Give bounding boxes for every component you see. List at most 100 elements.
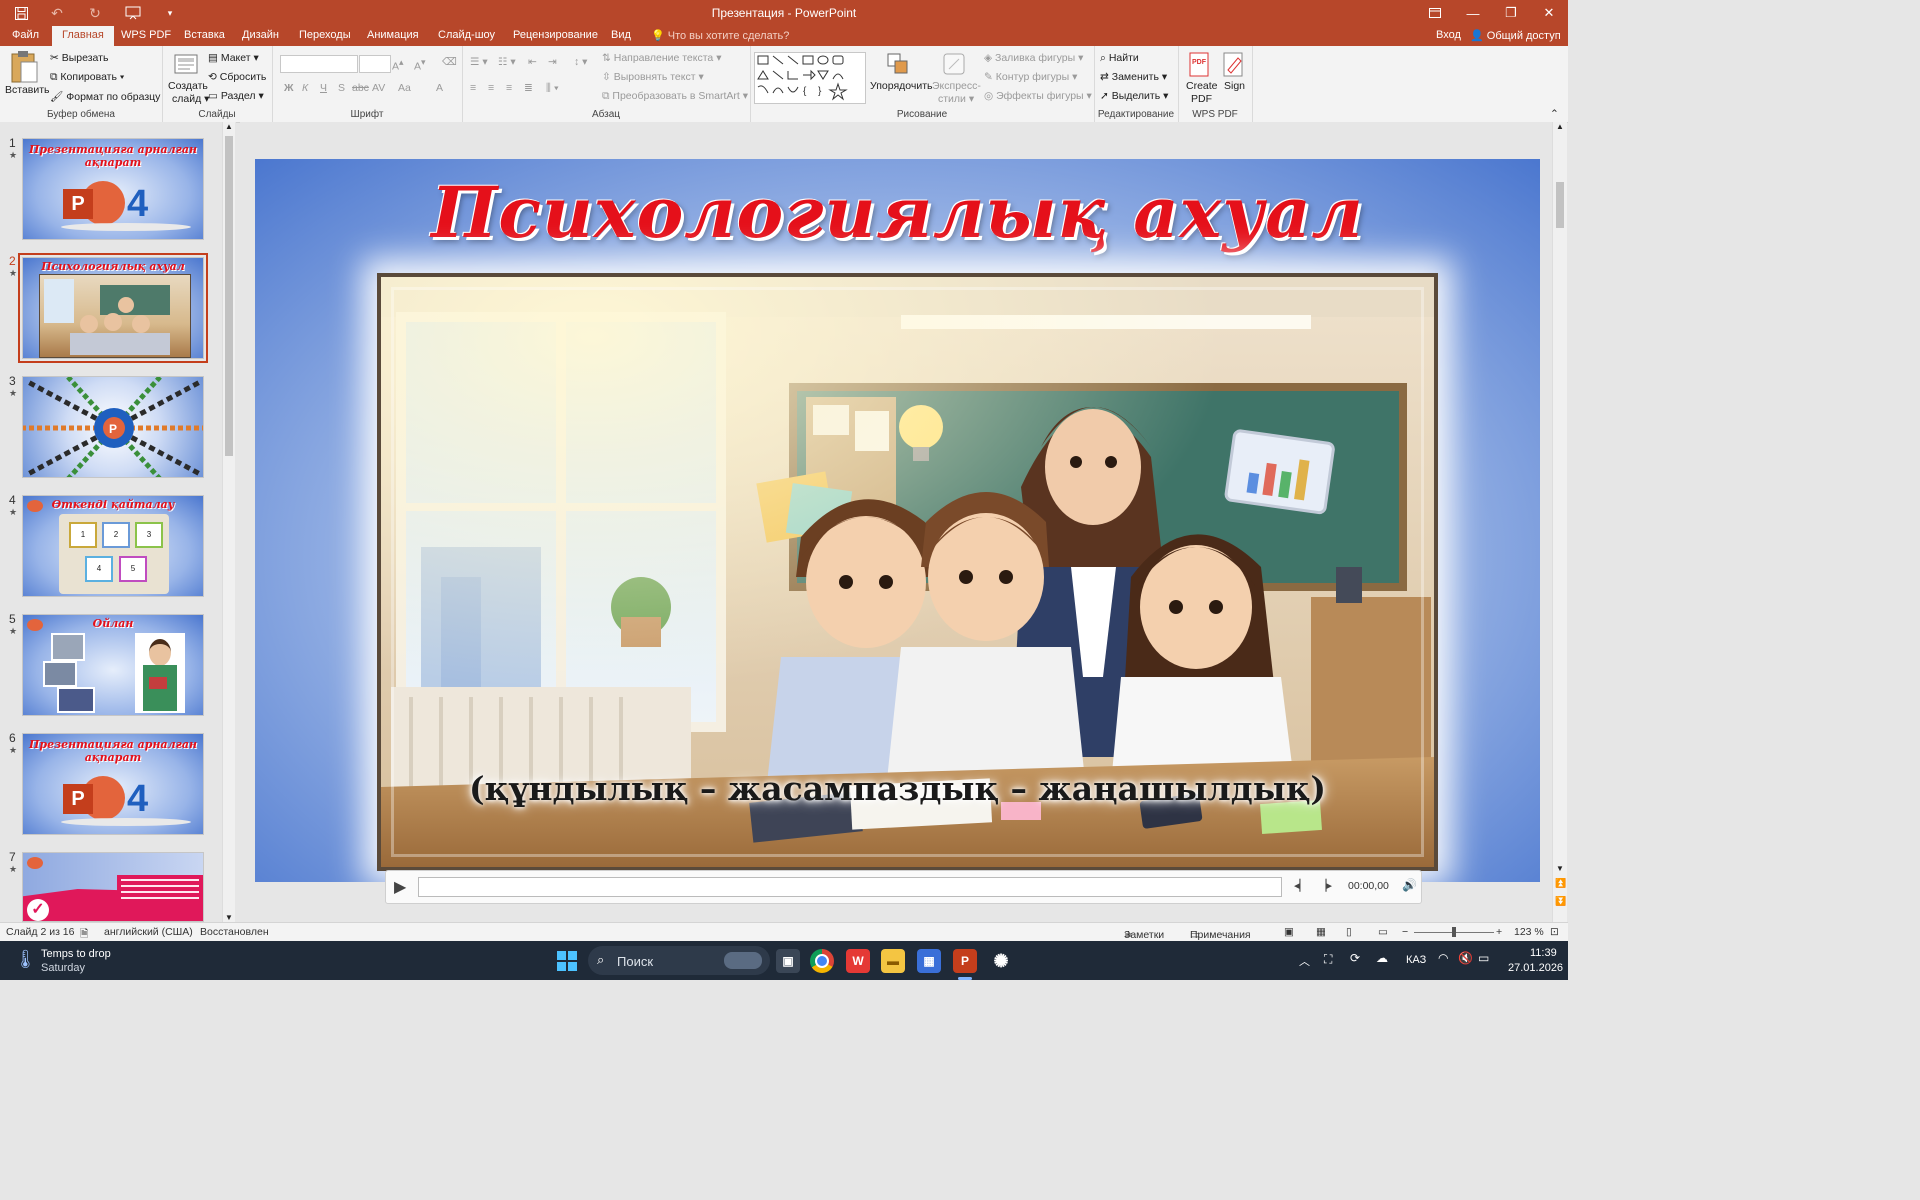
text-direction-button[interactable]: ⇅ Направление текста ▾ xyxy=(602,52,721,64)
format-painter-button[interactable]: 🖌 Формат по образцу xyxy=(50,90,160,103)
shape-outline-button[interactable]: ✎ Контур фигуры ▾ xyxy=(984,71,1077,83)
skip-back-icon[interactable]: ◂▏ xyxy=(1294,879,1308,892)
start-windows-icon[interactable] xyxy=(555,949,579,973)
wifi-icon[interactable]: ◠ xyxy=(1438,951,1448,965)
copy-button[interactable]: ⧉ Копировать ▾ xyxy=(50,71,124,84)
zoom-out-icon[interactable]: − xyxy=(1402,926,1408,938)
cut-button[interactable]: ✂ Вырезать xyxy=(50,52,108,64)
slide-thumbnail-4[interactable]: Өткенді қайталау 1 2 3 4 5 xyxy=(22,495,204,597)
shapes-gallery[interactable]: {} xyxy=(754,52,866,104)
tab-transitions[interactable]: Переходы xyxy=(299,29,351,41)
microsoft-store-icon[interactable]: ▦ xyxy=(917,949,941,973)
onedrive-icon[interactable]: ☁ xyxy=(1376,951,1388,965)
chatgpt-icon[interactable]: ✺ xyxy=(989,949,1013,973)
volume-icon[interactable]: 🔊 xyxy=(1402,878,1417,892)
tab-review[interactable]: Рецензирование xyxy=(513,29,598,41)
slide-subtitle[interactable]: (құндылық – жасампаздық – жаңашылдық) xyxy=(255,769,1540,808)
layout-button[interactable]: ▤ Макет ▾ xyxy=(208,52,259,64)
volume-muted-icon[interactable]: 🔇 xyxy=(1458,951,1473,965)
scroll-down-icon[interactable]: ▼ xyxy=(225,913,233,922)
align-right-icon[interactable]: ≡ xyxy=(506,82,512,94)
increase-indent-icon[interactable]: ⇥ xyxy=(548,56,557,68)
justify-icon[interactable]: ≣ xyxy=(524,82,533,94)
task-view-icon[interactable]: ▣ xyxy=(776,949,800,973)
increase-font-icon[interactable]: A▴ xyxy=(392,57,403,73)
slide-thumbnail-3[interactable]: P xyxy=(22,376,204,478)
font-name-dropdown[interactable] xyxy=(280,55,358,73)
thumbnail-scrollbar[interactable]: ▲ ▼ xyxy=(222,122,235,922)
align-left-icon[interactable]: ≡ xyxy=(470,82,476,94)
slide-thumbnail-7[interactable]: ✓ xyxy=(22,852,204,922)
tab-insert[interactable]: Вставка xyxy=(184,29,225,41)
normal-view-icon[interactable]: ▣ xyxy=(1284,926,1294,938)
previous-slide-icon[interactable]: ⏫ xyxy=(1555,878,1566,889)
shape-effects-button[interactable]: ◎ Эффекты фигуры ▾ xyxy=(984,90,1092,102)
close-icon[interactable]: ✕ xyxy=(1530,0,1568,26)
decrease-font-icon[interactable]: A▾ xyxy=(414,57,425,73)
slide-sorter-icon[interactable]: ▦ xyxy=(1316,926,1326,938)
create-pdf-button[interactable]: PDF Create PDF xyxy=(1182,50,1218,108)
restore-icon[interactable]: ❐ xyxy=(1492,0,1530,26)
show-hidden-icons-icon[interactable]: ︿ xyxy=(1299,953,1310,969)
slide-thumbnail-6[interactable]: Презентацияға арналған ақпарат P 4 xyxy=(22,733,204,835)
fit-slide-icon[interactable]: ⊡ xyxy=(1550,926,1559,938)
line-spacing-icon[interactable]: ↕ ▾ xyxy=(574,56,587,68)
slide-thumbnail-2[interactable]: Психологиялық ахуал xyxy=(18,253,208,363)
language-indicator[interactable]: английский (США) xyxy=(104,926,193,938)
columns-icon[interactable]: ⫼ ▾ xyxy=(546,82,559,95)
tab-file[interactable]: Файл xyxy=(12,29,39,41)
play-icon[interactable]: ▶ xyxy=(394,877,406,897)
shadow-button[interactable]: S xyxy=(338,82,345,94)
numbering-icon[interactable]: ☷ ▾ xyxy=(498,56,516,68)
align-center-icon[interactable]: ≡ xyxy=(488,82,494,94)
decrease-indent-icon[interactable]: ⇤ xyxy=(528,56,537,68)
clock-time[interactable]: 11:39 xyxy=(1530,947,1557,959)
ribbon-display-options-icon[interactable] xyxy=(1416,0,1454,26)
align-text-button[interactable]: ⇳ Выровнять текст ▾ xyxy=(602,71,704,83)
slide-title[interactable]: Психологиялық ахуал xyxy=(255,171,1540,254)
slideshow-view-icon[interactable]: ▭ xyxy=(1378,926,1388,938)
scroll-up-icon[interactable]: ▲ xyxy=(1556,122,1564,131)
tab-slideshow[interactable]: Слайд-шоу xyxy=(438,29,495,41)
find-button[interactable]: ⌕ Найти xyxy=(1100,52,1139,65)
cloud-app-icon[interactable]: ⛶ xyxy=(1324,952,1332,967)
select-button[interactable]: ➚ Выделить ▾ xyxy=(1100,90,1168,102)
replace-button[interactable]: ⇄ Заменить ▾ xyxy=(1100,71,1167,83)
spacing-button[interactable]: AV xyxy=(372,82,385,94)
section-button[interactable]: ▭ Раздел ▾ xyxy=(208,90,264,102)
tab-design[interactable]: Дизайн xyxy=(242,29,279,41)
skip-forward-icon[interactable]: ▕▸ xyxy=(1318,879,1332,892)
weather-day[interactable]: Saturday xyxy=(41,962,85,974)
slide-thumbnail-5[interactable]: Ойлан xyxy=(22,614,204,716)
scroll-up-icon[interactable]: ▲ xyxy=(225,122,233,131)
thumbnail-scroll-thumb[interactable] xyxy=(225,136,233,456)
zoom-in-icon[interactable]: + xyxy=(1496,926,1502,938)
battery-icon[interactable]: ▭ xyxy=(1478,951,1489,965)
minimize-icon[interactable]: — xyxy=(1454,0,1492,26)
sign-button[interactable]: Sign xyxy=(1218,50,1250,108)
scroll-down-icon[interactable]: ▼ xyxy=(1556,864,1564,873)
shape-fill-button[interactable]: ◈ Заливка фигуры ▾ xyxy=(984,52,1083,64)
font-color-button[interactable]: A xyxy=(436,82,443,94)
file-explorer-icon[interactable]: ▬ xyxy=(881,949,905,973)
slide-thumbnail-1[interactable]: Презентацияға арналған ақпарат P 4 xyxy=(22,138,204,240)
sign-in-link[interactable]: Вход xyxy=(1436,29,1461,41)
editor-scrollbar[interactable]: ▲ ▼ ⏫ ⏬ xyxy=(1552,122,1567,922)
media-progress-bar[interactable] xyxy=(418,877,1282,897)
underline-button[interactable]: Ч xyxy=(320,82,327,94)
smartart-button[interactable]: ⧉ Преобразовать в SmartArt ▾ xyxy=(602,90,748,103)
thermometer-icon[interactable]: 🌡 xyxy=(14,949,37,970)
wps-office-icon[interactable]: W xyxy=(846,949,870,973)
collapse-ribbon-icon[interactable]: ⌃ xyxy=(1550,108,1559,120)
italic-button[interactable]: К xyxy=(302,82,308,94)
paste-button[interactable]: Вставить xyxy=(3,50,50,106)
zoom-slider-handle[interactable] xyxy=(1452,927,1456,937)
bold-button[interactable]: Ж xyxy=(284,82,294,94)
strikethrough-button[interactable]: abc xyxy=(352,82,369,94)
zoom-level[interactable]: 123 % xyxy=(1514,926,1544,938)
quick-styles-button[interactable]: Экспресс- стили ▾ xyxy=(930,50,981,108)
clock-date[interactable]: 27.01.2026 xyxy=(1508,962,1563,974)
powerpoint-taskbar-icon[interactable]: P xyxy=(953,949,977,973)
bullets-icon[interactable]: ☰ ▾ xyxy=(470,56,488,68)
tab-home[interactable]: Главная xyxy=(52,26,114,46)
